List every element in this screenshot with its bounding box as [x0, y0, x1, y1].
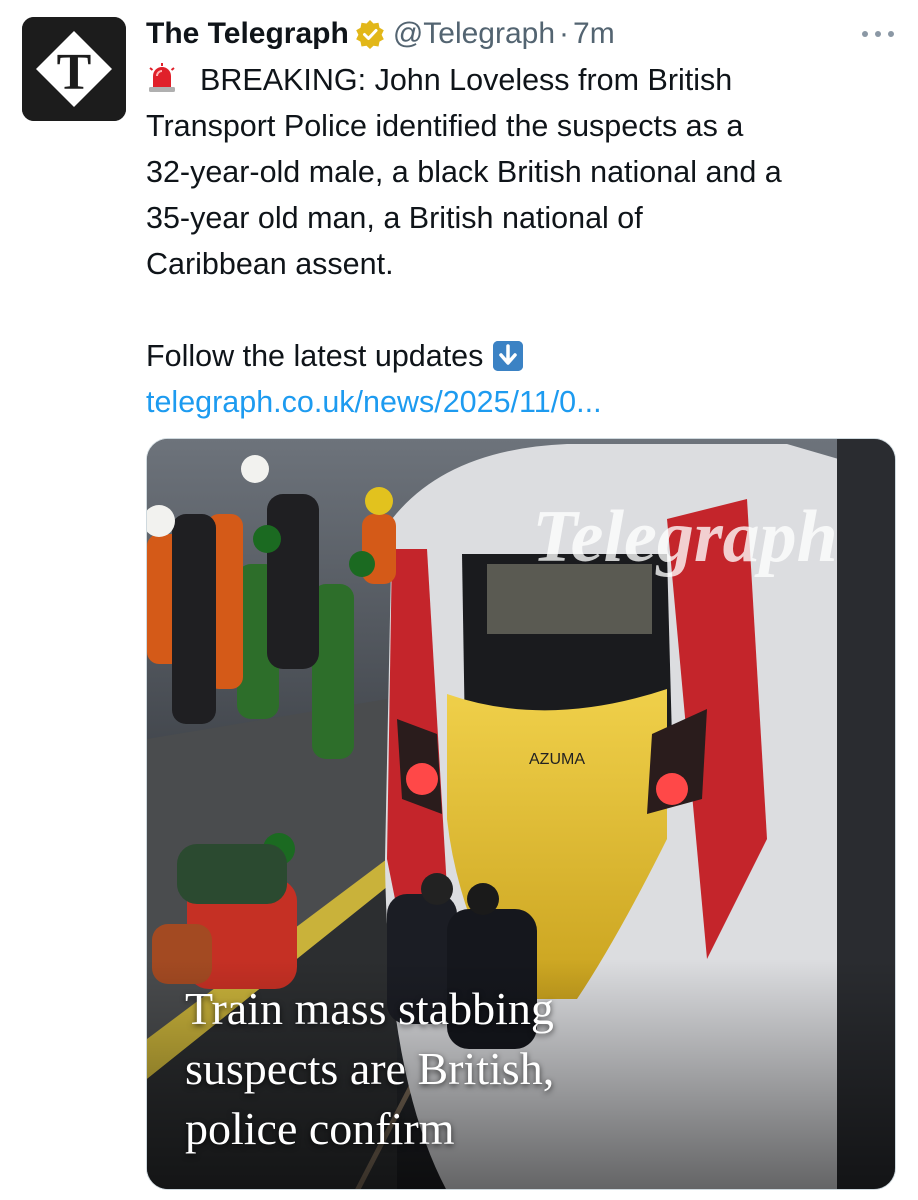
headline-line-2: suspects are British,: [185, 1043, 555, 1094]
follow-line: Follow the latest updates: [146, 333, 906, 379]
timestamp[interactable]: 7m: [573, 17, 615, 51]
tweet-line-2: Transport Police identified the suspects…: [146, 109, 744, 143]
tweet-line-4: 35-year old man, a British national of: [146, 201, 643, 235]
verified-badge-icon[interactable]: [355, 19, 385, 49]
watermark-text: Telegraph: [532, 496, 838, 578]
more-options-icon[interactable]: [858, 22, 898, 46]
media-image[interactable]: AZUMA Telegraph Train mass stabbing susp…: [146, 438, 896, 1190]
svg-text:T: T: [57, 44, 92, 101]
telegraph-watermark-icon: Telegraph: [485, 489, 885, 589]
tweet-line-1: BREAKING: John Loveless from British: [146, 57, 906, 103]
tweet-text: BREAKING: John Loveless from British Tra…: [146, 57, 906, 425]
tweet-header: The Telegraph @Telegraph · 7m: [146, 14, 615, 54]
train-label: AZUMA: [529, 751, 585, 768]
tweet-line-5: Caribbean assent.: [146, 247, 394, 281]
account-name[interactable]: The Telegraph: [146, 17, 349, 51]
headline-line-1: Train mass stabbing: [185, 983, 554, 1034]
article-link[interactable]: telegraph.co.uk/news/2025/11/0...: [146, 379, 906, 425]
tweet-line-text-1: BREAKING: John Loveless from British: [200, 63, 733, 97]
follow-text: Follow the latest updates: [146, 339, 484, 373]
headline-line-3: police confirm: [185, 1103, 455, 1154]
telegraph-logo-icon: T: [22, 17, 126, 121]
avatar[interactable]: T: [22, 17, 126, 121]
media-headline: Train mass stabbing suspects are British…: [185, 979, 705, 1159]
account-handle[interactable]: @Telegraph: [393, 17, 555, 51]
tweet-line-3: 32-year-old male, a black British nation…: [146, 155, 782, 189]
down-arrow-icon: [493, 341, 524, 371]
police-siren-icon: [146, 62, 178, 94]
separator-dot: ·: [559, 17, 570, 50]
